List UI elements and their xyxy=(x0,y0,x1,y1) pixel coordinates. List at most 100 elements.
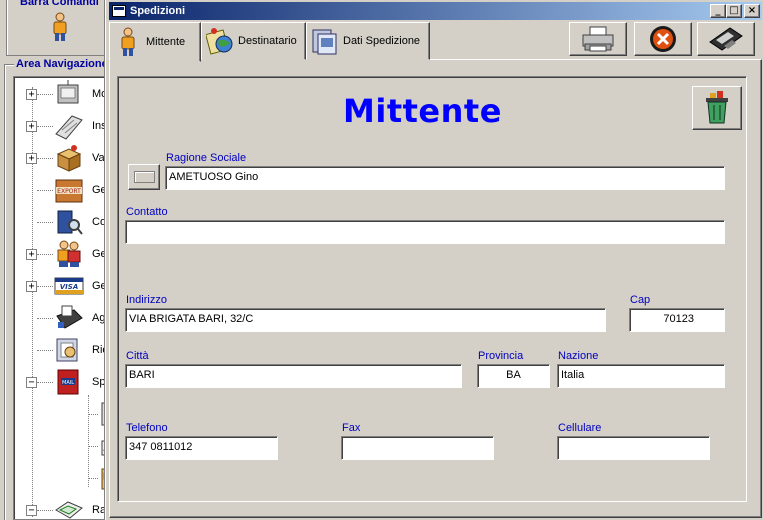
cap-field[interactable]: 70123 xyxy=(629,308,725,332)
fax-icon xyxy=(56,305,83,329)
computer-search-icon xyxy=(57,210,83,235)
fax-label: Fax xyxy=(342,422,361,434)
tree-item-label: Ag xyxy=(92,312,106,324)
tree-item-label: Ins xyxy=(92,120,107,132)
tree-connector xyxy=(88,446,98,447)
telefono-field[interactable]: 347 0811012 xyxy=(125,436,278,460)
mail-icon: MAIL xyxy=(57,369,79,395)
recycle-bin-icon xyxy=(706,91,728,124)
contatto-field[interactable] xyxy=(125,220,725,244)
cellulare-field[interactable] xyxy=(557,436,710,460)
book-icon xyxy=(56,338,78,362)
tab-label: Mittente xyxy=(146,36,186,48)
tree-item[interactable]: Rie xyxy=(14,335,112,365)
tree-expander[interactable]: − xyxy=(26,505,37,516)
tab-label: Destinatario xyxy=(238,35,297,47)
telefono-label: Telefono xyxy=(126,422,168,434)
tree-item[interactable]: + Ins xyxy=(14,111,112,141)
keyboard-icon xyxy=(55,115,83,140)
printer-icon xyxy=(582,26,614,52)
maximize-button[interactable]: □ xyxy=(726,4,742,18)
form-heading: Mittente xyxy=(343,92,502,130)
tree-item[interactable]: + Mo xyxy=(14,79,112,109)
print-button[interactable] xyxy=(569,22,627,56)
tree-connector xyxy=(37,510,53,511)
tree-connector xyxy=(37,222,53,223)
tree-connector xyxy=(88,414,98,415)
nazione-field[interactable]: Italia xyxy=(557,364,725,388)
tab-label: Dati Spedizione xyxy=(343,35,421,47)
cellulare-label: Cellulare xyxy=(558,422,602,434)
navigation-tree[interactable]: + Mo + Ins + Va EXPORT Ge Co + Ge + VISA… xyxy=(13,76,113,520)
cancel-button[interactable] xyxy=(634,22,692,56)
tree-item-label: Ge xyxy=(92,248,107,260)
toolbar-groupbox-title: Barra Comandi xyxy=(18,0,101,8)
tree-item[interactable]: + VISA Ge xyxy=(14,271,112,301)
window-title: Spedizioni xyxy=(130,5,185,17)
tree-expander[interactable]: + xyxy=(26,121,37,132)
tree-item-label: Va xyxy=(92,152,105,164)
provincia-label: Provincia xyxy=(478,350,524,362)
tree-item-label: Ge xyxy=(92,184,107,196)
minimize-button[interactable]: _ xyxy=(710,4,726,18)
window-app-icon[interactable] xyxy=(112,5,126,17)
close-button[interactable]: × xyxy=(744,4,760,18)
tree-item[interactable]: Ag xyxy=(14,303,112,333)
globe-icon xyxy=(206,28,233,55)
box-icon xyxy=(56,145,82,172)
tree-item[interactable]: + Va xyxy=(14,143,112,173)
indirizzo-field[interactable]: VIA BRIGATA BARI, 32/C xyxy=(125,308,606,332)
tree-connector xyxy=(37,94,53,95)
visa-card-icon: VISA xyxy=(54,277,84,295)
lookup-button[interactable] xyxy=(128,164,160,190)
tree-connector xyxy=(37,190,53,191)
navigation-groupbox-title: Area Navigazione xyxy=(14,58,110,70)
tree-item-label: Co xyxy=(92,216,107,228)
tab-dati-spedizione[interactable]: Dati Spedizione xyxy=(306,22,430,60)
tree-item-label: Mo xyxy=(92,88,108,100)
tree-expander[interactable]: + xyxy=(26,153,37,164)
svg-text:EXPORT: EXPORT xyxy=(57,188,81,195)
tree-item-label: Ra xyxy=(92,504,107,516)
tree-expander[interactable]: − xyxy=(26,377,37,388)
ragione-sociale-label: Ragione Sociale xyxy=(166,152,247,164)
contatto-label: Contatto xyxy=(126,206,168,218)
tree-item[interactable]: EXPORT Ge xyxy=(14,175,112,205)
tree-expander[interactable]: + xyxy=(26,281,37,292)
tree-expander[interactable]: + xyxy=(26,249,37,260)
ragione-sociale-field[interactable]: AMETUOSO Gino xyxy=(165,166,725,190)
citta-label: Città xyxy=(126,350,149,362)
tree-item[interactable]: − MAIL Sp xyxy=(14,367,112,397)
tree-item[interactable]: + Ge xyxy=(14,239,112,269)
monitor-icon xyxy=(57,80,79,104)
tree-item[interactable]: Co xyxy=(14,207,112,237)
tree-item-label: Sp xyxy=(92,376,106,388)
tree-connector xyxy=(37,158,53,159)
save-button[interactable] xyxy=(697,22,755,56)
nazione-label: Nazione xyxy=(558,350,599,362)
tree-expander[interactable]: + xyxy=(26,89,37,100)
people-icon xyxy=(57,240,81,267)
tab-destinatario[interactable]: Destinatario xyxy=(201,22,306,60)
tree-item-label: Ge xyxy=(92,280,107,292)
tree-connector xyxy=(88,478,98,479)
tree-item[interactable]: − Ra xyxy=(14,495,112,519)
clear-form-button[interactable] xyxy=(692,86,742,130)
spedizioni-window: Spedizioni _ □ × Mittente Destinatario D… xyxy=(106,0,763,520)
tree-connector xyxy=(37,318,53,319)
tree-connector xyxy=(37,126,53,127)
person-icon[interactable] xyxy=(50,12,70,42)
cancel-icon xyxy=(650,26,676,52)
provincia-field[interactable]: BA xyxy=(477,364,550,388)
handshake-icon xyxy=(55,501,83,519)
tree-connector xyxy=(37,350,53,351)
citta-field[interactable]: BARI xyxy=(125,364,462,388)
indirizzo-label: Indirizzo xyxy=(126,294,167,306)
tab-mittente[interactable]: Mittente xyxy=(109,22,201,62)
window-titlebar[interactable]: Spedizioni _ □ × xyxy=(109,2,762,20)
tree-connector xyxy=(37,254,53,255)
fax-field[interactable] xyxy=(341,436,494,460)
export-icon: EXPORT xyxy=(55,179,83,203)
tree-connector xyxy=(37,382,53,383)
svg-text:VISA: VISA xyxy=(60,283,78,291)
